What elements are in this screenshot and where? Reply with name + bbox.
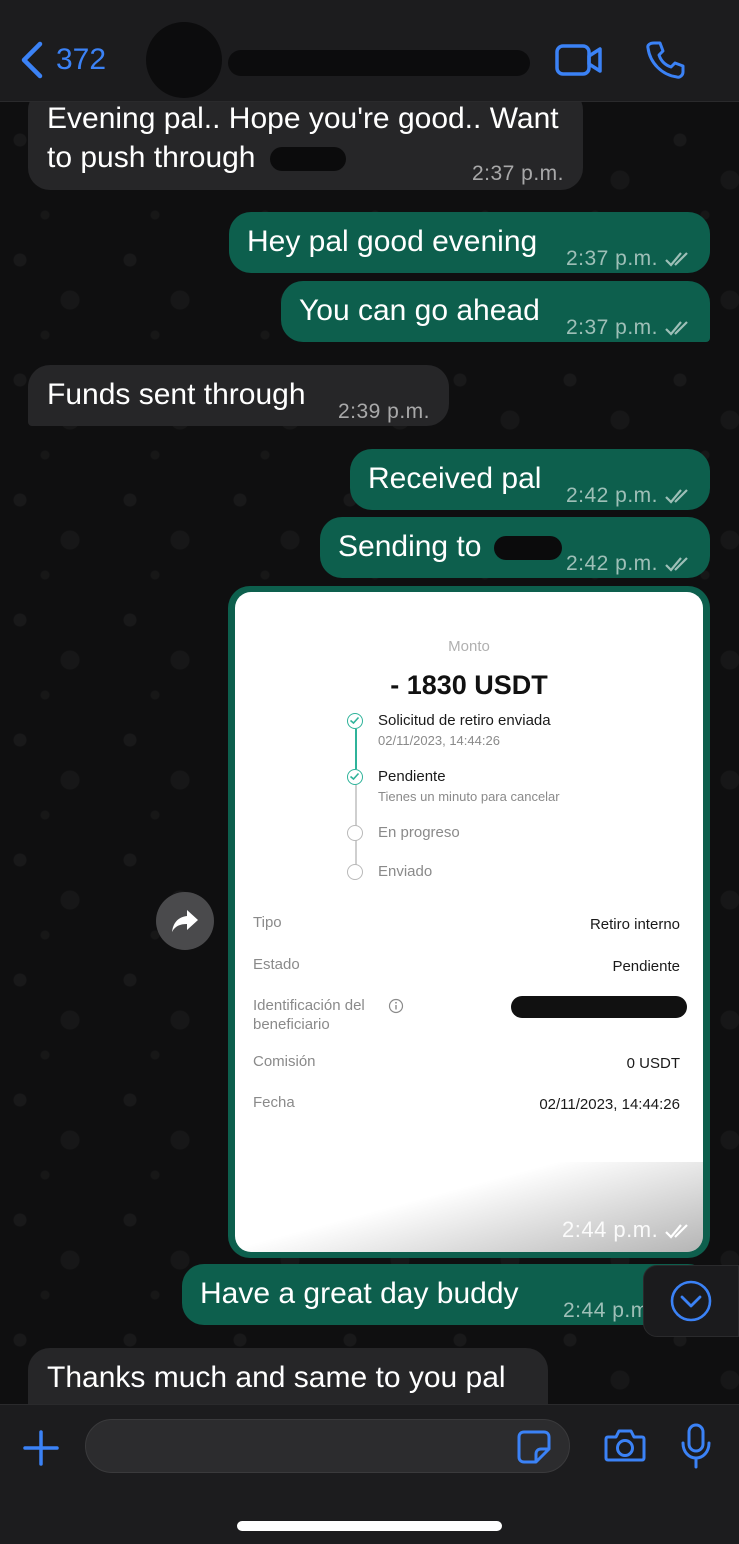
double-check-icon — [665, 1224, 688, 1239]
redacted-beneficiary-id — [511, 996, 687, 1018]
voice-message-button[interactable] — [680, 1423, 712, 1474]
empty-circle-icon — [347, 864, 363, 880]
redacted-text — [269, 147, 346, 172]
detail-value: 02/11/2023, 14:44:26 — [539, 1096, 680, 1113]
home-indicator[interactable] — [237, 1521, 502, 1531]
video-call-button[interactable] — [555, 42, 603, 83]
redacted-text — [493, 536, 562, 561]
timeline-step-subtitle: Tienes un minuto para cancelar — [378, 789, 560, 804]
message-input[interactable] — [85, 1419, 570, 1473]
message-bubble-outgoing[interactable]: You can go ahead 2:37 p.m. — [281, 281, 710, 342]
message-time: 2:44 p.m. — [562, 1217, 694, 1243]
message-time: 2:37 p.m. — [566, 239, 694, 279]
attach-button[interactable] — [22, 1429, 60, 1472]
message-time: 2:42 p.m. — [566, 544, 694, 584]
message-text: Hey pal good evening — [247, 225, 538, 258]
unread-count: 372 — [56, 43, 107, 76]
double-check-icon — [665, 321, 688, 337]
plus-icon — [23, 1430, 59, 1466]
message-time: 2:37 p.m. — [471, 162, 564, 185]
detail-label: Identificación del — [253, 997, 365, 1014]
sticker-icon — [517, 1430, 551, 1464]
message-time: 2:42 p.m. — [566, 476, 694, 516]
detail-label: beneficiario — [253, 1016, 330, 1033]
message-text: Sending to — [338, 530, 482, 563]
message-text: Evening pal.. Hope you're good.. Want — [47, 102, 559, 135]
message-bubble-outgoing[interactable]: Sending to 2:42 p.m. — [320, 517, 710, 578]
scroll-to-bottom-button[interactable] — [643, 1265, 739, 1337]
check-circle-icon — [347, 769, 363, 785]
message-bubble-incoming[interactable]: Funds sent through 2:39 p.m. — [28, 365, 449, 426]
forward-button[interactable] — [156, 892, 214, 950]
receipt-image[interactable]: Monto - 1830 USDT Solicitud de retiro en… — [235, 592, 703, 1252]
timeline-step-title: Solicitud de retiro enviada — [378, 712, 551, 729]
double-check-icon — [665, 489, 688, 505]
message-text: Thanks much and same to you pal — [47, 1361, 506, 1394]
camera-button[interactable] — [604, 1427, 646, 1468]
detail-label: Fecha — [253, 1094, 295, 1111]
message-text: to push through — [47, 141, 256, 174]
message-text: You can go ahead — [299, 294, 540, 327]
chevron-down-circle-icon — [670, 1280, 712, 1322]
check-circle-icon — [347, 713, 363, 729]
timeline-step-title: Pendiente — [378, 768, 446, 785]
message-text: Funds sent through — [47, 378, 306, 411]
camera-icon — [604, 1429, 646, 1462]
detail-value: Retiro interno — [589, 916, 680, 933]
forward-arrow-icon — [172, 910, 198, 932]
detail-value: Pendiente — [612, 958, 680, 975]
double-check-icon — [665, 252, 688, 268]
message-time: 2:37 p.m. — [566, 308, 694, 348]
message-bubble-outgoing[interactable]: Have a great day buddy 2:44 p.m. — [182, 1264, 710, 1325]
chat-header: 372 — [0, 0, 739, 102]
timeline-step-title: En progreso — [378, 824, 460, 841]
timeline-line-done — [355, 729, 357, 769]
contact-name[interactable] — [228, 50, 530, 76]
message-time: 2:39 p.m. — [337, 400, 430, 423]
timeline-step-title: Enviado — [378, 863, 433, 880]
phone-icon — [646, 41, 685, 79]
message-time: 2:44 p.m. — [563, 1299, 656, 1322]
detail-label: Tipo — [253, 914, 282, 931]
amount-label: Monto — [448, 638, 490, 655]
detail-value: 0 USDT — [626, 1055, 680, 1072]
empty-circle-icon — [347, 825, 363, 841]
double-check-icon — [665, 557, 688, 573]
info-icon — [388, 998, 404, 1014]
microphone-icon — [681, 1423, 711, 1469]
timeline-step-subtitle: 02/11/2023, 14:44:26 — [378, 733, 500, 748]
back-button[interactable]: 372 — [18, 40, 106, 80]
message-text: Received pal — [368, 462, 542, 495]
contact-avatar[interactable] — [146, 22, 222, 98]
message-bubble-outgoing[interactable]: Received pal 2:42 p.m. — [350, 449, 710, 510]
message-input-bar — [0, 1404, 739, 1544]
chevron-left-icon — [21, 41, 43, 79]
video-camera-icon — [555, 44, 602, 76]
sticker-button[interactable] — [516, 1429, 552, 1470]
message-text: Have a great day buddy — [200, 1277, 519, 1310]
message-bubble-incoming[interactable]: Evening pal.. Hope you're good.. Want to… — [28, 88, 583, 190]
detail-label: Estado — [253, 956, 300, 973]
amount-value: - 1830 USDT — [390, 670, 548, 700]
voice-call-button[interactable] — [645, 40, 685, 85]
message-bubble-outgoing[interactable]: Hey pal good evening 2:37 p.m. — [229, 212, 710, 273]
detail-label: Comisión — [253, 1053, 316, 1070]
